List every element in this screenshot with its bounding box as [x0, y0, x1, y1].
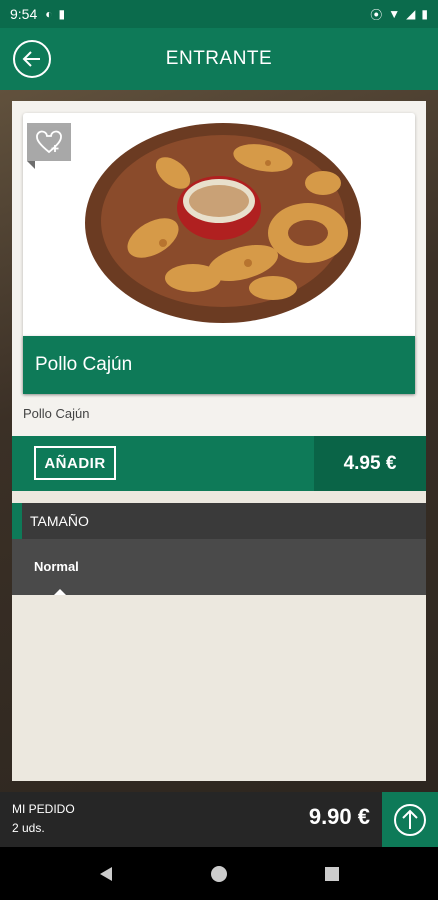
- storage-icon: ▮: [58, 7, 66, 21]
- status-bar: 9:54 ◐ ▮ ⦿ ▼ ◢ ▮: [0, 0, 438, 28]
- favorite-button[interactable]: [27, 123, 71, 169]
- vibrate-icon: ⦿: [370, 7, 383, 22]
- status-icons: ⦿ ▼ ◢ ▮: [370, 6, 428, 23]
- nav-recents-icon[interactable]: [323, 865, 341, 883]
- view-order-button[interactable]: [382, 792, 438, 847]
- nav-back-icon[interactable]: [97, 865, 115, 883]
- favorite-add-icon: [36, 130, 62, 154]
- wifi-icon: ▼: [388, 7, 401, 21]
- arrow-up-icon: [394, 803, 426, 836]
- product-price: 4.95 €: [314, 436, 426, 491]
- app-notification-icon: ◐: [45, 7, 53, 21]
- size-section-header: TAMAÑO: [12, 503, 426, 539]
- dish-image: [85, 123, 361, 323]
- nav-home-icon[interactable]: [210, 865, 228, 883]
- product-description: Pollo Cajún: [23, 406, 90, 421]
- back-arrow-icon: [22, 51, 40, 67]
- product-name-bar: Pollo Cajún: [23, 336, 415, 394]
- add-button[interactable]: AÑADIR: [34, 446, 116, 480]
- system-nav-bar: [0, 847, 438, 900]
- product-name: Pollo Cajún: [35, 354, 133, 375]
- back-button[interactable]: [13, 40, 51, 78]
- add-bar: AÑADIR 4.95 €: [12, 436, 426, 491]
- selected-indicator: [54, 589, 66, 595]
- order-label: MI PEDIDO: [12, 802, 75, 816]
- product-card: Pollo Cajún Pollo Cajún AÑADIR 4.95 € TA…: [12, 101, 426, 781]
- order-count: 2 uds.: [12, 821, 45, 835]
- order-total: 9.90 €: [308, 804, 370, 829]
- size-option-row: Normal: [12, 539, 426, 595]
- app-bar: ENTRANTE: [0, 28, 438, 90]
- status-time: 9:54: [10, 6, 38, 22]
- product-section: Pollo Cajún Pollo Cajún AÑADIR 4.95 €: [12, 101, 426, 491]
- screen: 9:54 ◐ ▮ ⦿ ▼ ◢ ▮ ENTRANTE Pollo Cajún Po…: [0, 0, 438, 900]
- battery-icon: ▮: [421, 7, 428, 21]
- signal-icon: ◢: [406, 7, 416, 21]
- size-option-normal[interactable]: Normal: [34, 559, 79, 574]
- page-title: ENTRANTE: [165, 48, 273, 69]
- order-summary-bar[interactable]: MI PEDIDO 2 uds. 9.90 €: [0, 792, 438, 847]
- size-section-title: TAMAÑO: [30, 513, 89, 529]
